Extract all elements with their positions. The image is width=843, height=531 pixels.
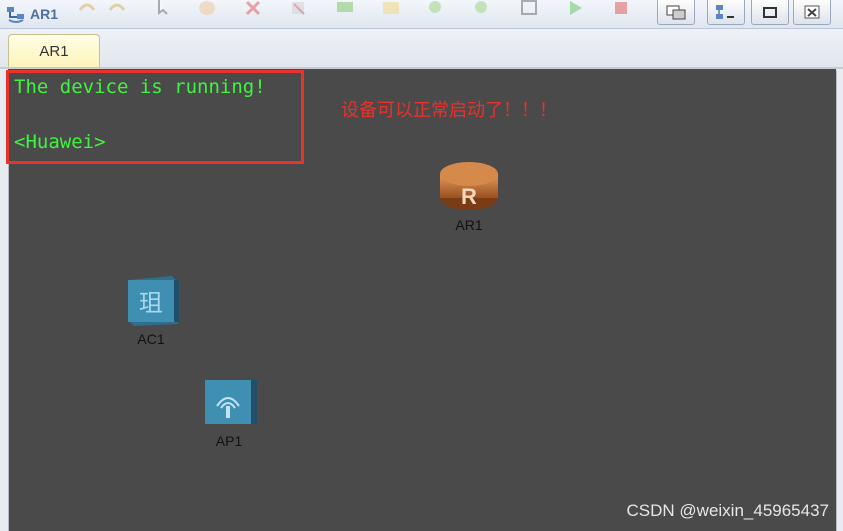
router-icon: R [440, 162, 498, 210]
window-title-area: AR1 [6, 2, 58, 26]
window-title: AR1 [30, 6, 59, 22]
tab-strip: AR1 [0, 29, 843, 69]
watermark: CSDN @weixin_45965437 [626, 501, 829, 520]
topology-icon [716, 5, 734, 19]
tile-windows-button[interactable] [657, 0, 695, 25]
stop-device-icon[interactable] [608, 0, 634, 16]
close-button[interactable] [793, 0, 831, 25]
svg-text:珇: 珇 [139, 289, 163, 317]
close-icon [804, 5, 820, 19]
device-ac1[interactable]: 珇 AC1 [118, 274, 184, 347]
delete-icon[interactable] [240, 0, 266, 16]
device-label-ar1: AR1 [455, 217, 483, 233]
device-ap1[interactable]: AP1 [197, 376, 261, 449]
tab-ar1[interactable]: AR1 [8, 34, 100, 68]
title-toolbar: AR1 [0, 0, 843, 29]
start-device-icon[interactable] [562, 0, 588, 16]
maximize-button[interactable] [751, 0, 789, 25]
text-tool-icon[interactable] [332, 0, 358, 16]
console-output-highlight: The device is running! <Huawei> [6, 70, 304, 164]
zoom-out-icon[interactable] [470, 0, 496, 16]
fit-view-icon[interactable] [516, 0, 542, 16]
access-point-icon [205, 380, 257, 424]
tile-windows-icon [666, 5, 686, 20]
redo-icon[interactable] [104, 0, 130, 16]
maximize-icon [763, 7, 777, 18]
undo-icon[interactable] [74, 0, 100, 16]
annotation-text: 设备可以正常启动了！！！ [341, 100, 557, 121]
palette-icon[interactable] [378, 0, 404, 16]
console-line-prompt: <Huawei> [14, 131, 106, 153]
hand-pan-icon[interactable] [194, 0, 220, 16]
frame-right-border [836, 69, 843, 531]
svg-text:R: R [461, 184, 477, 209]
device-ar1[interactable]: R AR1 [434, 160, 504, 233]
device-label-ac1: AC1 [137, 331, 165, 347]
access-controller-icon: 珇 [128, 276, 179, 326]
console-line-status: The device is running! [14, 76, 266, 98]
delete-link-icon[interactable] [286, 0, 312, 16]
app-logo-icon [7, 7, 24, 23]
tab-divider [0, 67, 843, 69]
zoom-in-icon[interactable] [424, 0, 450, 16]
topology-window-button[interactable] [707, 0, 745, 25]
device-label-ap1: AP1 [215, 433, 243, 449]
select-pointer-icon[interactable] [150, 0, 176, 16]
